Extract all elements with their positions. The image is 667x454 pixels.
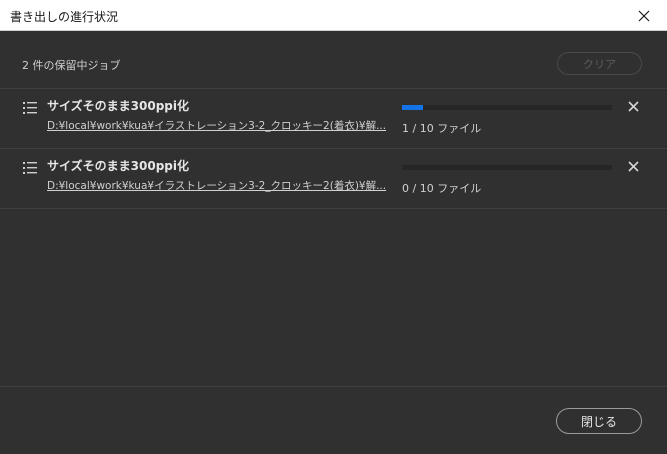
progress-bar bbox=[402, 165, 612, 170]
divider bbox=[0, 88, 667, 89]
window-close-button[interactable] bbox=[621, 0, 667, 31]
job-row: サイズそのまま300ppi化 D:¥local¥work¥kua¥イラストレーシ… bbox=[0, 90, 667, 148]
file-count: 0 / 10 ファイル bbox=[402, 182, 482, 195]
job-path-link[interactable]: D:¥local¥work¥kua¥イラストレーション3-2_クロッキー2(着衣… bbox=[47, 118, 386, 133]
remove-job-button[interactable] bbox=[624, 157, 642, 175]
drag-handle-icon[interactable] bbox=[23, 100, 37, 114]
job-name: サイズそのまま300ppi化 bbox=[47, 99, 189, 113]
file-count: 1 / 10 ファイル bbox=[402, 122, 482, 135]
drag-handle-icon[interactable] bbox=[23, 160, 37, 174]
clear-button[interactable]: クリア bbox=[557, 52, 642, 75]
pending-jobs-count: 2 件の保留中ジョブ bbox=[22, 59, 121, 72]
progress-bar bbox=[402, 105, 612, 110]
close-button[interactable]: 閉じる bbox=[556, 408, 642, 434]
divider bbox=[0, 208, 667, 209]
title-bar: 書き出しの進行状況 bbox=[0, 0, 667, 31]
remove-job-button[interactable] bbox=[624, 97, 642, 115]
close-icon bbox=[638, 10, 650, 21]
close-icon bbox=[627, 160, 639, 172]
progress-fill bbox=[402, 105, 423, 110]
job-row: サイズそのまま300ppi化 D:¥local¥work¥kua¥イラストレーシ… bbox=[0, 150, 667, 208]
job-path-link[interactable]: D:¥local¥work¥kua¥イラストレーション3-2_クロッキー2(着衣… bbox=[47, 178, 386, 193]
footer-divider bbox=[0, 386, 667, 387]
divider bbox=[0, 148, 667, 149]
job-name: サイズそのまま300ppi化 bbox=[47, 159, 189, 173]
close-icon bbox=[627, 100, 639, 112]
window-title: 書き出しの進行状況 bbox=[10, 10, 119, 24]
